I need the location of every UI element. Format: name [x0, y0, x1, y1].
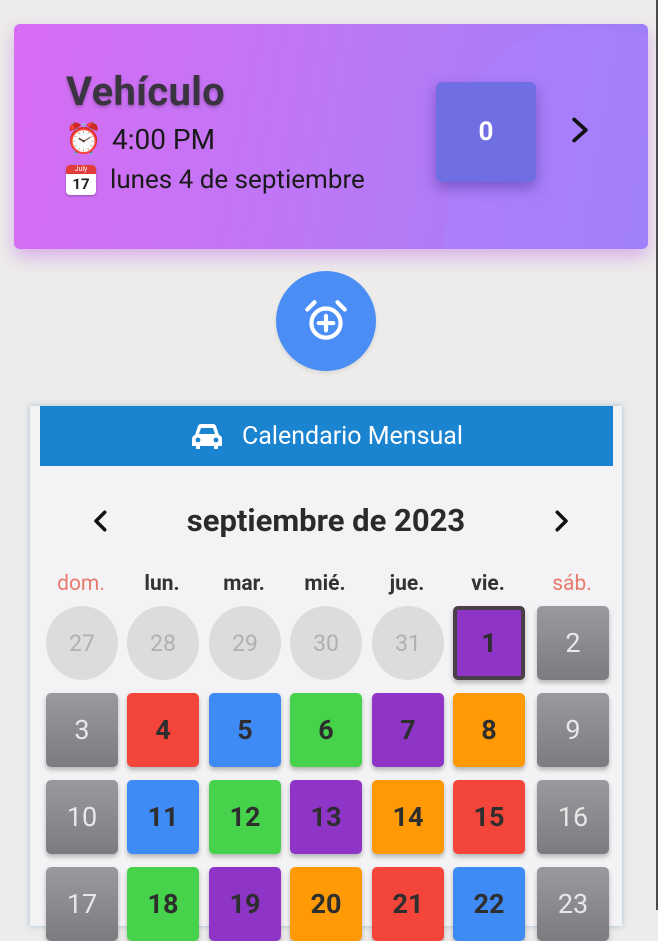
day-cell[interactable]: 18 [127, 867, 199, 941]
day-cell[interactable]: 12 [209, 780, 281, 854]
day-cell[interactable]: 21 [372, 867, 444, 941]
alarm-clock-icon: ⏰ [65, 122, 103, 157]
day-cell[interactable]: 23 [537, 867, 609, 941]
chevron-right-icon[interactable] [566, 116, 594, 144]
event-card[interactable]: Vehículo ⏰ 4:00 PM July 17 lunes 4 de se… [14, 24, 648, 249]
day-cell[interactable]: 30 [290, 606, 362, 680]
day-cell[interactable]: 31 [372, 606, 444, 680]
day-cell[interactable]: 14 [372, 780, 444, 854]
day-cell[interactable]: 15 [453, 780, 525, 854]
day-cell[interactable]: 28 [127, 606, 199, 680]
weekday-label: mar. [223, 572, 265, 596]
day-cell[interactable]: 29 [209, 606, 281, 680]
weekday-label: dom. [57, 572, 105, 596]
event-time: 4:00 PM [112, 123, 216, 156]
car-icon [192, 424, 222, 449]
day-cell[interactable]: 13 [290, 780, 362, 854]
day-cell[interactable]: 10 [46, 780, 118, 854]
add-alarm-button[interactable] [276, 271, 376, 371]
day-cell[interactable]: 9 [537, 693, 609, 767]
event-date-row: July 17 lunes 4 de septiembre [66, 165, 365, 195]
weekday-label: lun. [144, 572, 180, 596]
previous-month-button[interactable] [86, 506, 116, 536]
day-cell[interactable]: 19 [209, 867, 281, 941]
day-cell[interactable]: 11 [127, 780, 199, 854]
day-cell[interactable]: 4 [127, 693, 199, 767]
month-navigation: septiembre de 2023 [30, 502, 622, 542]
next-month-button[interactable] [546, 506, 576, 536]
weekday-label: jue. [389, 572, 425, 596]
weekday-label: vie. [471, 572, 505, 596]
day-cell[interactable]: 27 [46, 606, 118, 680]
event-title: Vehículo [66, 68, 226, 115]
weekday-label: sáb. [552, 572, 592, 596]
day-cell[interactable]: 20 [290, 867, 362, 941]
day-cell[interactable]: 7 [372, 693, 444, 767]
day-cell[interactable]: 2 [537, 606, 609, 680]
day-cell[interactable]: 5 [209, 693, 281, 767]
weekday-label: mié. [304, 572, 346, 596]
day-cell[interactable]: 8 [453, 693, 525, 767]
calendar-header: Calendario Mensual [40, 406, 613, 466]
alarm-add-icon [305, 300, 347, 340]
month-title: septiembre de 2023 [186, 502, 466, 539]
event-time-row: ⏰ 4:00 PM [65, 122, 216, 157]
day-cell[interactable]: 16 [537, 780, 609, 854]
calendar-icon: July 17 [66, 165, 96, 195]
calendar-header-title: Calendario Mensual [242, 421, 463, 451]
day-cell[interactable]: 6 [290, 693, 362, 767]
day-cell[interactable]: 3 [46, 693, 118, 767]
counter-badge[interactable]: 0 [436, 82, 536, 182]
monthly-calendar: Calendario Mensual septiembre de 2023 do… [30, 406, 622, 941]
event-date: lunes 4 de septiembre [110, 165, 365, 195]
day-cell-today[interactable]: 1 [453, 606, 525, 680]
day-cell[interactable]: 22 [453, 867, 525, 941]
day-cell[interactable]: 17 [46, 867, 118, 941]
